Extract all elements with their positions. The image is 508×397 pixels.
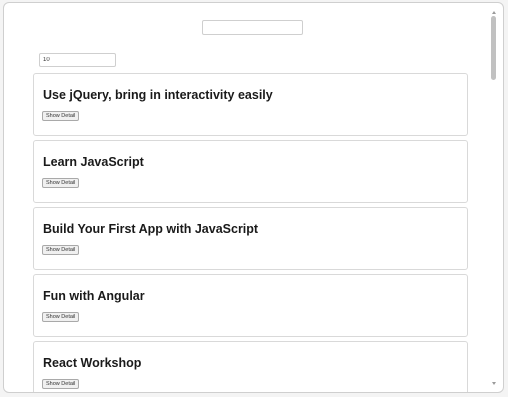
scroll-up-arrow-icon[interactable] <box>492 11 496 14</box>
show-detail-button[interactable]: Show Detail <box>42 312 80 322</box>
scroll-down-arrow-icon[interactable] <box>492 382 496 385</box>
show-detail-button[interactable]: Show Detail <box>42 245 80 255</box>
course-card: Fun with Angular Show Detail <box>33 274 468 337</box>
card-title: Fun with Angular <box>43 289 145 303</box>
card-title: Build Your First App with JavaScript <box>43 222 259 236</box>
card-title: Use jQuery, bring in interactivity easil… <box>43 88 273 102</box>
course-card: Use jQuery, bring in interactivity easil… <box>33 73 468 136</box>
course-card: React Workshop Show Detail <box>33 341 468 392</box>
search-input[interactable] <box>202 20 303 35</box>
course-card: Learn JavaScript Show Detail <box>33 140 468 203</box>
course-card: Build Your First App with JavaScript Sho… <box>33 207 468 270</box>
card-title: React Workshop <box>43 356 142 370</box>
count-input[interactable] <box>39 53 116 67</box>
scrollbar-thumb[interactable] <box>491 16 496 80</box>
show-detail-button[interactable]: Show Detail <box>42 111 80 121</box>
show-detail-button[interactable]: Show Detail <box>42 178 80 188</box>
vertical-scrollbar[interactable] <box>490 7 499 389</box>
app-window: Use jQuery, bring in interactivity easil… <box>3 2 504 393</box>
card-title: Learn JavaScript <box>43 155 144 169</box>
show-detail-button[interactable]: Show Detail <box>42 379 80 389</box>
